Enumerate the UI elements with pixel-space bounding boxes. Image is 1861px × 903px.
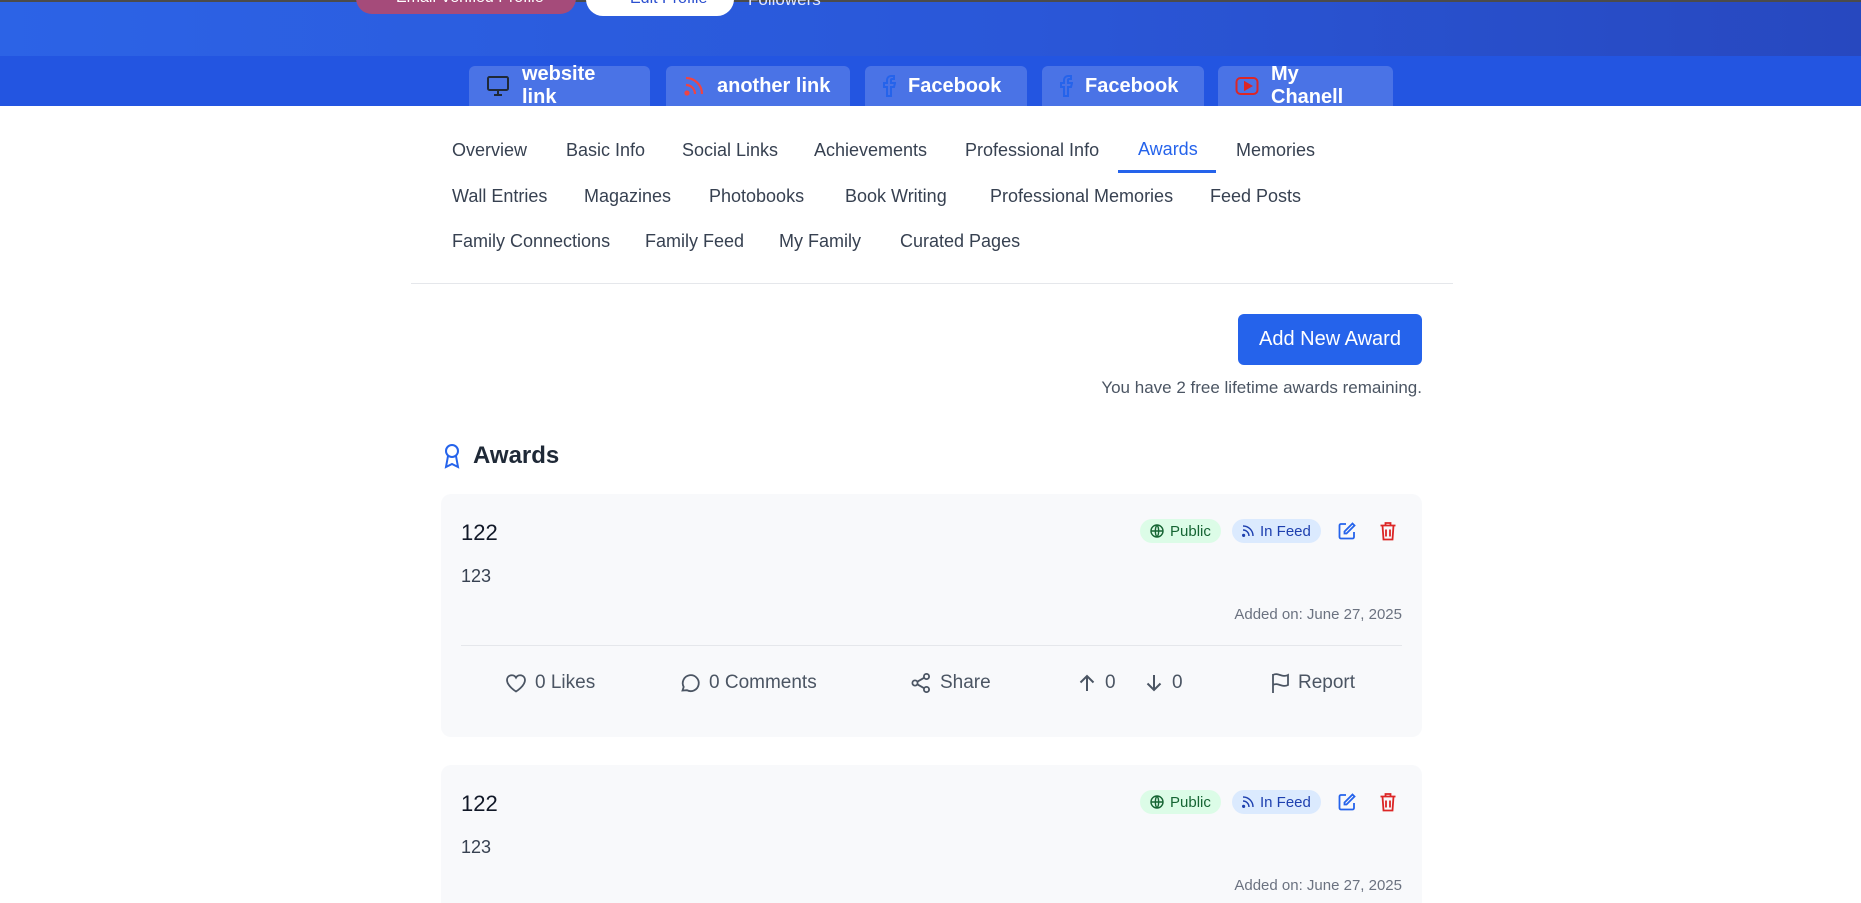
edit-profile-button[interactable]: Edit Profile (586, 0, 734, 16)
social-link-label: another link (717, 74, 831, 97)
tab-basic-info[interactable]: Basic Info (566, 140, 645, 161)
tab-social-links[interactable]: Social Links (682, 140, 778, 161)
delete-award-button[interactable] (1376, 790, 1400, 814)
rss-icon (1242, 796, 1254, 808)
edit-icon (1338, 522, 1356, 540)
tab-magazines[interactable]: Magazines (584, 186, 671, 207)
downvote-count: 0 (1172, 672, 1183, 693)
globe-icon (1150, 795, 1164, 809)
report-button[interactable]: Report (1270, 672, 1355, 694)
social-link-facebook-1[interactable]: Facebook (865, 66, 1027, 106)
top-border (0, 0, 1861, 2)
award-card: 122 Public In Feed 123 Added on: June 27… (441, 765, 1422, 903)
social-link-label: Facebook (1085, 74, 1179, 97)
tab-achievements[interactable]: Achievements (814, 140, 927, 161)
tab-professional-memories[interactable]: Professional Memories (990, 186, 1173, 207)
delete-award-button[interactable] (1376, 519, 1400, 543)
upvote-count: 0 (1105, 672, 1116, 693)
edit-award-button[interactable] (1335, 790, 1359, 814)
share-label: Share (940, 672, 991, 693)
likes-count: 0 Likes (535, 672, 596, 693)
tab-overview[interactable]: Overview (452, 140, 527, 161)
card-divider (461, 645, 1402, 646)
tab-wall-entries[interactable]: Wall Entries (452, 186, 547, 207)
tab-feed-posts[interactable]: Feed Posts (1210, 186, 1301, 207)
add-new-award-button[interactable]: Add New Award (1238, 314, 1422, 365)
facebook-icon (883, 75, 896, 97)
upvote-button[interactable]: 0 (1077, 672, 1116, 694)
award-description: 123 (461, 566, 492, 586)
profile-header: Email Verified Profile Edit Profile Foll… (0, 0, 1861, 56)
visibility-label: Public (1170, 522, 1211, 540)
social-links-bar: website link another link Facebook Faceb… (0, 56, 1861, 108)
report-label: Report (1298, 672, 1356, 693)
award-icon (444, 444, 460, 469)
tab-photobooks[interactable]: Photobooks (709, 186, 804, 207)
social-link-website[interactable]: website link (469, 63, 650, 108)
social-link-youtube[interactable]: My Chanell (1218, 63, 1393, 108)
social-link-label: Facebook (908, 74, 1002, 97)
rss-icon (684, 76, 704, 96)
tab-family-feed[interactable]: Family Feed (645, 231, 744, 252)
social-link-facebook-2[interactable]: Facebook (1042, 66, 1204, 106)
trash-icon (1380, 522, 1396, 541)
share-button[interactable]: Share (910, 672, 991, 694)
tab-book-writing[interactable]: Book Writing (845, 186, 947, 207)
award-title: 122 (461, 791, 498, 816)
visibility-badge: Public (1140, 519, 1221, 543)
trash-icon (1380, 793, 1396, 812)
active-tab-indicator (1118, 170, 1216, 173)
edit-icon (1338, 793, 1356, 811)
tab-professional-info[interactable]: Professional Info (965, 140, 1099, 161)
arrow-down-icon (1146, 675, 1162, 692)
awards-remaining-text: You have 2 free lifetime awards remainin… (1101, 378, 1422, 397)
like-button[interactable]: 0 Likes (505, 672, 595, 694)
facebook-icon (1060, 75, 1073, 97)
visibility-label: Public (1170, 793, 1211, 811)
award-date: Added on: June 27, 2025 (1234, 606, 1402, 623)
tab-memories[interactable]: Memories (1236, 140, 1315, 161)
section-title: Awards (473, 442, 560, 469)
followers-link[interactable]: Followers (748, 0, 821, 10)
comments-count: 0 Comments (709, 672, 817, 693)
visibility-badge: Public (1140, 790, 1221, 814)
comments-button[interactable]: 0 Comments (679, 672, 817, 694)
award-title: 122 (461, 520, 498, 545)
social-link-another[interactable]: another link (666, 66, 850, 106)
email-verified-badge: Email Verified Profile (356, 0, 576, 14)
social-link-label: My Chanell (1271, 63, 1344, 108)
heart-icon (506, 674, 526, 693)
award-card: 122 Public In Feed 123 Added on: June 27… (441, 494, 1422, 737)
award-date: Added on: June 27, 2025 (1234, 877, 1402, 894)
tab-my-family[interactable]: My Family (779, 231, 861, 252)
tab-awards[interactable]: Awards (1138, 139, 1198, 160)
youtube-icon (1235, 77, 1259, 95)
tab-curated-pages[interactable]: Curated Pages (900, 231, 1020, 252)
rss-icon (1242, 525, 1254, 537)
downvote-button[interactable]: 0 (1144, 672, 1183, 694)
edit-award-button[interactable] (1335, 519, 1359, 543)
share-icon (911, 673, 930, 693)
globe-icon (1150, 524, 1164, 538)
flag-icon (1272, 673, 1289, 693)
in-feed-label: In Feed (1260, 793, 1311, 811)
profile-tabs: Overview Basic Info Social Links Achieve… (411, 106, 1453, 284)
in-feed-label: In Feed (1260, 522, 1311, 540)
awards-section-heading: Awards (443, 442, 559, 470)
comment-icon (681, 674, 700, 693)
monitor-icon (487, 76, 509, 96)
social-link-label: website link (522, 63, 596, 108)
in-feed-badge: In Feed (1232, 519, 1321, 543)
tab-family-connections[interactable]: Family Connections (452, 231, 610, 252)
arrow-up-icon (1079, 674, 1095, 691)
in-feed-badge: In Feed (1232, 790, 1321, 814)
award-description: 123 (461, 837, 492, 857)
